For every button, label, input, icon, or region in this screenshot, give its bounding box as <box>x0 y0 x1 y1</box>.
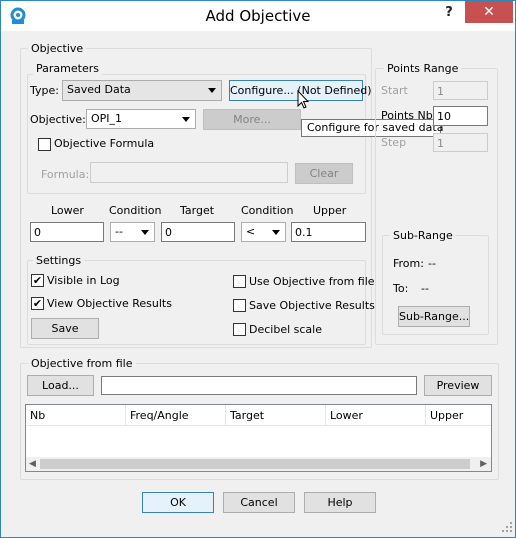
type-dropdown[interactable]: Saved Data <box>62 80 222 101</box>
save-results-checkbox[interactable] <box>233 299 246 312</box>
to-value: -- <box>421 282 429 295</box>
chevron-down-icon <box>182 117 190 122</box>
objective-formula-label: Objective Formula <box>54 137 155 150</box>
formula-input[interactable] <box>90 162 288 183</box>
title-bar: Add Objective ? ✕ <box>1 1 515 31</box>
objective-formula-checkbox[interactable] <box>38 138 51 151</box>
horizontal-scrollbar[interactable]: ◀ ▶ <box>26 457 491 471</box>
visible-in-log-label: Visible in Log <box>47 274 120 287</box>
preview-button[interactable]: Preview <box>424 375 492 396</box>
settings-group-title: Settings <box>33 254 85 267</box>
lower-label: Lower <box>51 204 84 217</box>
condition-upper-label: Condition <box>241 204 294 217</box>
condition-lower-label: Condition <box>109 204 162 217</box>
clear-button[interactable]: Clear <box>295 163 353 184</box>
to-label: To: <box>393 282 409 295</box>
view-results-checkbox[interactable]: ✔ <box>31 297 44 310</box>
column-header-nb[interactable]: Nb <box>30 409 45 422</box>
cancel-button[interactable]: Cancel <box>223 492 295 513</box>
visible-in-log-checkbox[interactable]: ✔ <box>31 274 44 287</box>
points-nb-label: Points Nb <box>381 109 433 122</box>
file-path-input[interactable] <box>101 376 417 395</box>
scroll-right-icon[interactable]: ▶ <box>480 459 487 469</box>
column-header-target[interactable]: Target <box>230 409 264 422</box>
subrange-button[interactable]: Sub-Range... <box>398 306 470 327</box>
lower-input[interactable]: 0 <box>30 222 104 242</box>
start-input[interactable]: 1 <box>433 81 488 100</box>
start-label: Start <box>381 84 408 97</box>
use-from-file-checkbox[interactable] <box>233 275 246 288</box>
column-header-freq-angle[interactable]: Freq/Angle <box>130 409 189 422</box>
target-input[interactable]: 0 <box>161 222 235 242</box>
condition-lower-dropdown[interactable]: -- <box>110 222 155 242</box>
add-objective-dialog: Add Objective ? ✕ Objective Parameters T… <box>0 0 516 538</box>
chevron-down-icon <box>141 230 149 235</box>
step-input[interactable]: 1 <box>433 133 488 152</box>
from-value: -- <box>428 257 436 270</box>
target-label: Target <box>180 204 215 217</box>
ok-button[interactable]: OK <box>142 492 214 513</box>
decibel-scale-label: Decibel scale <box>249 323 322 336</box>
points-range-title: Points Range <box>384 62 462 75</box>
table-header: Nb Freq/Angle Target Lower Upper <box>26 405 491 426</box>
condition-upper-dropdown[interactable]: < <box>241 222 286 242</box>
chevron-down-icon <box>208 88 216 93</box>
type-label: Type: <box>30 84 59 97</box>
column-header-lower[interactable]: Lower <box>330 409 363 422</box>
from-label: From: <box>393 257 424 270</box>
subrange-title: Sub-Range <box>390 229 456 242</box>
step-label: Step <box>381 136 407 149</box>
objective-dropdown[interactable]: OPI_1 <box>86 109 196 129</box>
scrollbar-thumb[interactable] <box>40 459 470 469</box>
column-header-upper[interactable]: Upper <box>430 409 463 422</box>
upper-label: Upper <box>313 204 347 217</box>
type-dropdown-value: Saved Data <box>67 83 131 96</box>
decibel-scale-checkbox[interactable] <box>233 323 246 336</box>
points-nb-input[interactable]: 10 <box>433 106 488 126</box>
view-results-label: View Objective Results <box>47 297 172 310</box>
save-results-label: Save Objective Results <box>249 299 375 312</box>
formula-label: Formula: <box>41 168 90 181</box>
title-help-button[interactable]: ? <box>433 1 465 25</box>
more-button[interactable]: More... <box>203 109 301 130</box>
objective-from-file-title: Objective from file <box>28 357 136 370</box>
objective-label: Objective: <box>30 113 86 126</box>
help-button[interactable]: Help <box>304 492 376 513</box>
mouse-cursor-icon <box>297 90 309 109</box>
scroll-left-icon[interactable]: ◀ <box>29 459 36 469</box>
close-button[interactable]: ✕ <box>465 1 513 23</box>
objective-group-title: Objective <box>28 42 87 55</box>
objective-dropdown-value: OPI_1 <box>91 112 123 125</box>
use-from-file-label: Use Objective from file <box>249 275 375 288</box>
objective-file-table[interactable]: Nb Freq/Angle Target Lower Upper ◀ ▶ <box>25 404 492 472</box>
load-button[interactable]: Load... <box>27 375 94 396</box>
parameters-group-title: Parameters <box>33 62 102 75</box>
chevron-down-icon <box>272 230 280 235</box>
upper-input[interactable]: 0.1 <box>291 222 366 242</box>
configure-button[interactable]: Configure... (Not Defined) <box>229 80 372 101</box>
resize-grip-icon[interactable] <box>501 521 513 533</box>
settings-save-button[interactable]: Save <box>31 318 99 339</box>
